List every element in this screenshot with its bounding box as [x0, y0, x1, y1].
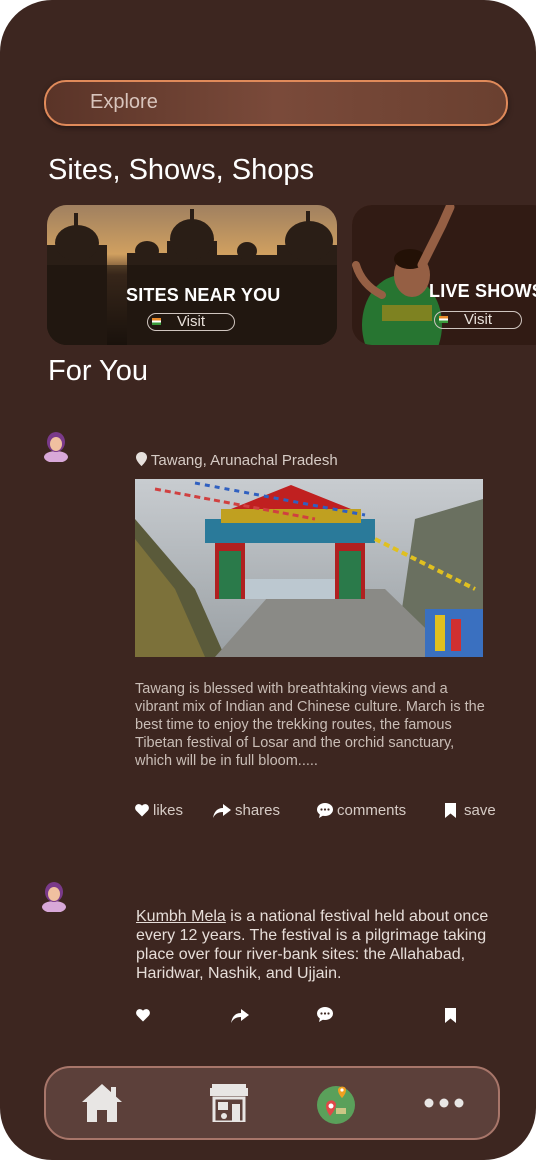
live-shows-card[interactable]: LIVE SHOWS Visit [352, 205, 536, 345]
likes-label: likes [153, 802, 184, 819]
save-button[interactable]: save [445, 802, 496, 819]
visit-button-live-shows[interactable]: Visit [434, 311, 522, 329]
bookmark-icon[interactable] [445, 1008, 456, 1023]
post-description: Tawang is blessed with breathtaking view… [135, 681, 485, 769]
section-title-sites: Sites, Shows, Shops [48, 154, 314, 186]
user-avatar-icon[interactable] [43, 430, 69, 462]
comments-label: comments [337, 802, 407, 819]
comment-bubble-icon[interactable] [317, 1007, 333, 1022]
tawang-gate-image[interactable] [135, 479, 483, 657]
shop-icon[interactable] [210, 1084, 248, 1122]
save-label: save [464, 802, 496, 819]
visit-button-sites[interactable]: Visit [147, 313, 235, 331]
location-text: Tawang, Arunachal Pradesh [150, 452, 338, 469]
bottom-nav [44, 1066, 500, 1140]
india-flag-icon [439, 316, 448, 323]
visit-label: Visit [176, 313, 206, 330]
visit-label: Visit [463, 311, 493, 328]
section-title-for-you: For You [48, 355, 148, 387]
more-icon[interactable] [424, 1098, 464, 1108]
location-pin-icon [136, 452, 147, 466]
map-pin-icon[interactable] [316, 1084, 356, 1124]
like-button[interactable]: likes [135, 802, 183, 819]
search-bar[interactable]: Explore [44, 80, 508, 126]
share-arrow-icon[interactable] [231, 1009, 249, 1023]
india-flag-icon [152, 318, 161, 325]
post-location: Tawang, Arunachal Pradesh [136, 452, 338, 469]
share-button[interactable]: shares [213, 802, 280, 819]
bookmark-icon [445, 803, 456, 818]
sites-near-you-card[interactable]: SITES NEAR YOU Visit [47, 205, 337, 345]
user-avatar-icon[interactable] [41, 880, 67, 912]
post-description-kumbh: Kumbh Mela is a national festival held a… [136, 907, 496, 983]
shares-label: shares [235, 802, 281, 819]
comment-button[interactable]: comments [317, 802, 406, 819]
card-title-live-shows: LIVE SHOWS [429, 281, 536, 301]
kumbh-mela-link[interactable]: Kumbh Mela [136, 908, 226, 925]
app-screen: Explore Sites, Shows, Shops SITES NEAR Y… [0, 0, 536, 1160]
card-title-sites: SITES NEAR YOU [126, 285, 281, 305]
share-arrow-icon [213, 803, 231, 818]
tawang-gate-photo [135, 479, 483, 657]
search-input[interactable]: Explore [90, 91, 158, 114]
home-icon[interactable] [82, 1084, 122, 1122]
heart-icon [135, 804, 149, 817]
heart-icon[interactable] [136, 1009, 150, 1022]
comment-bubble-icon [317, 803, 333, 818]
